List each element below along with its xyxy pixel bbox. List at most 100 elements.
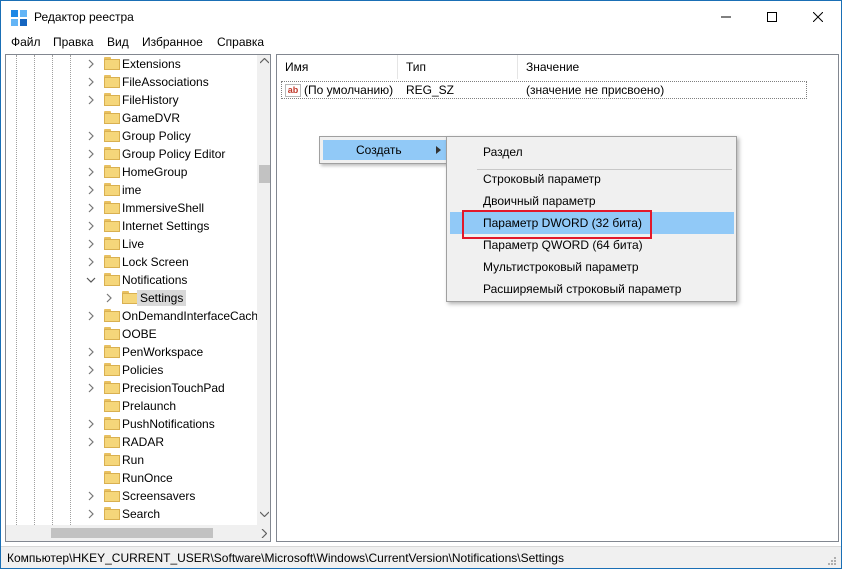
folder-icon <box>104 147 120 160</box>
chevron-right-icon[interactable] <box>86 203 96 213</box>
folder-icon <box>104 399 120 412</box>
tree-item-label: Group Policy Editor <box>122 147 226 161</box>
submenu-item-binary-value[interactable]: Двоичный параметр <box>450 190 734 212</box>
chevron-down-icon[interactable] <box>86 275 96 285</box>
menu-favorites[interactable]: Избранное <box>142 35 203 49</box>
menu-file[interactable]: Файл <box>11 35 41 49</box>
submenu-item-string-value[interactable]: Строковый параметр <box>450 168 734 190</box>
tree-item-label: HomeGroup <box>122 165 188 179</box>
tree-item[interactable]: Notifications <box>6 271 266 289</box>
tree-item[interactable]: Internet Settings <box>6 217 266 235</box>
tree-item[interactable]: Search <box>6 505 266 523</box>
minimize-button[interactable] <box>703 1 749 32</box>
tree-item[interactable]: FileHistory <box>6 91 266 109</box>
tree-item-label: ime <box>122 183 142 197</box>
folder-icon <box>104 75 120 88</box>
chevron-right-icon[interactable] <box>86 59 96 69</box>
highlight-annotation-box <box>462 210 652 239</box>
chevron-right-icon[interactable] <box>86 383 96 393</box>
scroll-down-icon[interactable] <box>260 511 269 517</box>
title-bar[interactable]: Редактор реестра <box>1 1 841 32</box>
chevron-right-icon[interactable] <box>86 131 96 141</box>
tree-item-label: RunOnce <box>122 471 173 485</box>
tree-item[interactable]: PrecisionTouchPad <box>6 379 266 397</box>
tree-item-label: Policies <box>122 363 164 377</box>
tree-item[interactable]: Run <box>6 451 266 469</box>
folder-icon <box>104 381 120 394</box>
tree-item-label: PrecisionTouchPad <box>122 381 225 395</box>
chevron-right-icon[interactable] <box>86 311 96 321</box>
tree-item-label: FileHistory <box>122 93 179 107</box>
submenu-item-expandable-string-value[interactable]: Расширяемый строковый параметр <box>450 278 734 300</box>
chevron-right-icon[interactable] <box>86 185 96 195</box>
chevron-right-icon[interactable] <box>86 221 96 231</box>
tree-item-label: Prelaunch <box>122 399 177 413</box>
tree-item-label: Search <box>122 507 161 521</box>
chevron-right-icon[interactable] <box>86 509 96 519</box>
tree-item-label: FileAssociations <box>122 75 209 89</box>
tree-item[interactable]: HomeGroup <box>6 163 266 181</box>
menu-edit[interactable]: Правка <box>53 35 94 49</box>
scrollbar-thumb[interactable] <box>259 165 270 183</box>
tree-item[interactable]: RADAR <box>6 433 266 451</box>
tree-item[interactable]: Settings <box>6 289 266 307</box>
chevron-right-icon[interactable] <box>86 347 96 357</box>
tree-item[interactable]: Group Policy Editor <box>6 145 266 163</box>
tree-item[interactable]: GameDVR <box>6 109 266 127</box>
scroll-right-icon[interactable] <box>261 529 267 538</box>
window-title: Редактор реестра <box>34 10 134 24</box>
submenu-item-multistring-value[interactable]: Мультистроковый параметр <box>450 256 734 278</box>
tree-item-label: Live <box>122 237 145 251</box>
tree-item[interactable]: ime <box>6 181 266 199</box>
column-header-name[interactable]: Имя <box>277 55 398 79</box>
key-tree-pane[interactable]: Extensions FileAssociations FileHistory Gam… <box>5 54 271 542</box>
tree-item[interactable]: Prelaunch <box>6 397 266 415</box>
chevron-right-icon[interactable] <box>86 257 96 267</box>
chevron-right-icon[interactable] <box>104 293 114 303</box>
folder-icon <box>104 129 120 142</box>
tree-item[interactable]: Live <box>6 235 266 253</box>
folder-icon <box>104 57 120 70</box>
chevron-right-icon[interactable] <box>86 95 96 105</box>
chevron-right-icon[interactable] <box>86 419 96 429</box>
chevron-right-icon[interactable] <box>86 239 96 249</box>
menu-help[interactable]: Справка <box>217 35 264 49</box>
submenu-item-key[interactable]: Раздел <box>450 141 734 163</box>
tree-item[interactable]: OOBE <box>6 325 266 343</box>
menu-view[interactable]: Вид <box>107 35 129 49</box>
tree-item-label: Settings <box>137 290 187 306</box>
tree-item[interactable]: Lock Screen <box>6 253 266 271</box>
column-header-type[interactable]: Тип <box>398 55 518 79</box>
chevron-right-icon[interactable] <box>86 149 96 159</box>
tree-item[interactable]: FileAssociations <box>6 73 266 91</box>
chevron-right-icon[interactable] <box>86 491 96 501</box>
chevron-right-icon[interactable] <box>86 167 96 177</box>
value-row[interactable]: ab (По умолчанию) REG_SZ (значение не пр… <box>281 81 807 99</box>
folder-icon <box>104 435 120 448</box>
tree-item[interactable]: Screensavers <box>6 487 266 505</box>
tree-item[interactable]: RunOnce <box>6 469 266 487</box>
tree-item[interactable]: Extensions <box>6 55 266 73</box>
submenu-item-label: Параметр QWORD (64 бита) <box>483 238 643 252</box>
tree-vertical-scrollbar[interactable] <box>257 55 270 525</box>
scroll-up-icon[interactable] <box>260 58 269 64</box>
chevron-right-icon[interactable] <box>86 365 96 375</box>
tree-horizontal-scrollbar[interactable] <box>6 525 270 541</box>
close-icon <box>813 11 823 22</box>
maximize-button[interactable] <box>749 1 795 32</box>
tree-item[interactable]: PushNotifications <box>6 415 266 433</box>
close-button[interactable] <box>795 1 841 32</box>
tree-item[interactable]: ImmersiveShell <box>6 199 266 217</box>
tree-item[interactable]: OnDemandInterfaceCach <box>6 307 266 325</box>
scrollbar-thumb[interactable] <box>51 528 213 538</box>
chevron-right-icon[interactable] <box>86 437 96 447</box>
tree-item[interactable]: Policies <box>6 361 266 379</box>
tree-item[interactable]: Group Policy <box>6 127 266 145</box>
maximize-icon <box>767 11 777 22</box>
tree-item[interactable]: PenWorkspace <box>6 343 266 361</box>
chevron-right-icon <box>436 146 441 154</box>
resize-grip-icon[interactable] <box>827 556 837 566</box>
chevron-right-icon[interactable] <box>86 77 96 87</box>
column-header-data[interactable]: Значение <box>518 55 838 79</box>
context-menu-item-create[interactable]: Создать <box>323 140 446 160</box>
